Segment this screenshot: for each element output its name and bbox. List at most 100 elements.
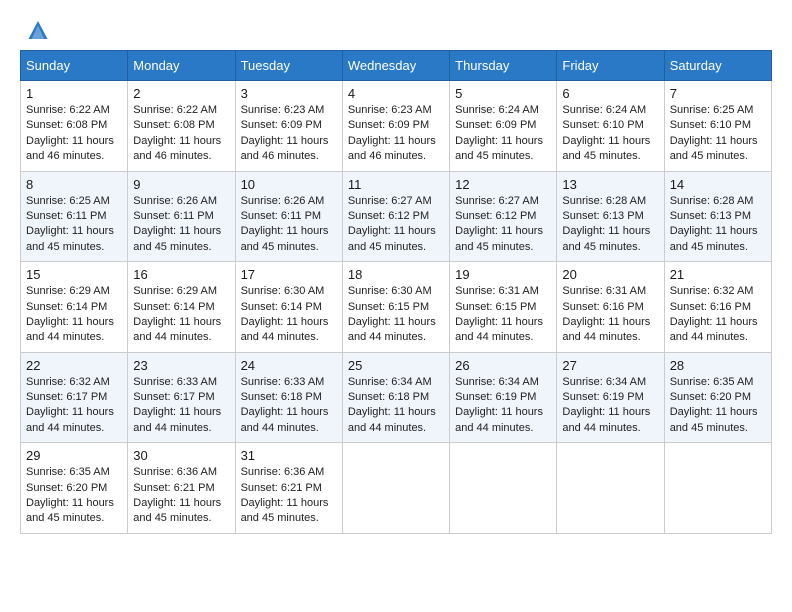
day-number: 18: [348, 267, 444, 282]
day-info: Sunrise: 6:34 AMSunset: 6:19 PMDaylight:…: [562, 376, 650, 434]
calendar-cell: 4Sunrise: 6:23 AMSunset: 6:09 PMDaylight…: [342, 81, 449, 172]
day-number: 14: [670, 177, 766, 192]
calendar-cell: 24 Sunrise: 6:33 AMSunset: 6:18 PMDayligh…: [235, 352, 342, 443]
day-info: Sunrise: 6:23 AMSunset: 6:09 PMDaylight:…: [241, 104, 329, 162]
day-number: 29: [26, 448, 122, 463]
header-monday: Monday: [128, 51, 235, 81]
day-info: Sunrise: 6:26 AMSunset: 6:11 PMDaylight:…: [133, 195, 221, 253]
day-info: Sunrise: 6:28 AMSunset: 6:13 PMDaylight:…: [670, 195, 758, 253]
day-info: Sunrise: 6:32 AMSunset: 6:17 PMDaylight:…: [26, 376, 114, 434]
day-info: Sunrise: 6:32 AMSunset: 6:16 PMDaylight:…: [670, 285, 758, 343]
calendar-cell: 17Sunrise: 6:30 AMSunset: 6:14 PMDayligh…: [235, 262, 342, 353]
day-number: 13: [562, 177, 658, 192]
day-info: Sunrise: 6:28 AMSunset: 6:13 PMDaylight:…: [562, 195, 650, 253]
day-number: 6: [562, 86, 658, 101]
calendar-cell: [342, 443, 449, 534]
header-tuesday: Tuesday: [235, 51, 342, 81]
day-info: Sunrise: 6:27 AMSunset: 6:12 PMDaylight:…: [348, 195, 436, 253]
calendar-cell: 21 Sunrise: 6:32 AMSunset: 6:16 PMDayligh…: [664, 262, 771, 353]
day-number: 20: [562, 267, 658, 282]
day-info: Sunrise: 6:31 AMSunset: 6:15 PMDaylight:…: [455, 285, 543, 343]
calendar-cell: 13 Sunrise: 6:28 AMSunset: 6:13 PMDayligh…: [557, 171, 664, 262]
calendar-cell: 14 Sunrise: 6:28 AMSunset: 6:13 PMDayligh…: [664, 171, 771, 262]
day-number: 26: [455, 358, 551, 373]
day-number: 19: [455, 267, 551, 282]
day-number: 28: [670, 358, 766, 373]
header-saturday: Saturday: [664, 51, 771, 81]
calendar-cell: 16 Sunrise: 6:29 AMSunset: 6:14 PMDayligh…: [128, 262, 235, 353]
day-number: 12: [455, 177, 551, 192]
day-info: Sunrise: 6:36 AMSunset: 6:21 PMDaylight:…: [133, 466, 221, 524]
calendar-cell: 1 Sunrise: 6:22 AMSunset: 6:08 PMDaylight…: [21, 81, 128, 172]
calendar-cell: [450, 443, 557, 534]
calendar-cell: 22 Sunrise: 6:32 AMSunset: 6:17 PMDayligh…: [21, 352, 128, 443]
day-info: Sunrise: 6:27 AMSunset: 6:12 PMDaylight:…: [455, 195, 543, 253]
day-info: Sunrise: 6:33 AMSunset: 6:18 PMDaylight:…: [241, 376, 329, 434]
calendar-cell: [664, 443, 771, 534]
day-number: 30: [133, 448, 229, 463]
day-number: 9: [133, 177, 229, 192]
day-number: 22: [26, 358, 122, 373]
day-info: Sunrise: 6:22 AMSunset: 6:08 PMDaylight:…: [26, 104, 114, 162]
day-number: 1: [26, 86, 122, 101]
calendar-cell: 18 Sunrise: 6:30 AMSunset: 6:15 PMDayligh…: [342, 262, 449, 353]
calendar-cell: 7 Sunrise: 6:25 AMSunset: 6:10 PMDaylight…: [664, 81, 771, 172]
day-info: Sunrise: 6:23 AMSunset: 6:09 PMDaylight:…: [348, 104, 436, 162]
calendar-cell: 2 Sunrise: 6:22 AMSunset: 6:08 PMDaylight…: [128, 81, 235, 172]
day-info: Sunrise: 6:25 AMSunset: 6:11 PMDaylight:…: [26, 195, 114, 253]
day-number: 15: [26, 267, 122, 282]
calendar-cell: 20 Sunrise: 6:31 AMSunset: 6:16 PMDayligh…: [557, 262, 664, 353]
day-number: 27: [562, 358, 658, 373]
day-number: 24: [241, 358, 337, 373]
calendar-week-2: 8Sunrise: 6:25 AMSunset: 6:11 PMDaylight…: [21, 171, 772, 262]
day-info: Sunrise: 6:36 AMSunset: 6:21 PMDaylight:…: [241, 466, 329, 524]
day-number: 23: [133, 358, 229, 373]
day-info: Sunrise: 6:29 AMSunset: 6:14 PMDaylight:…: [26, 285, 114, 343]
calendar-cell: 31 Sunrise: 6:36 AMSunset: 6:21 PMDayligh…: [235, 443, 342, 534]
logo-icon: [20, 20, 56, 40]
header-friday: Friday: [557, 51, 664, 81]
day-number: 21: [670, 267, 766, 282]
day-info: Sunrise: 6:31 AMSunset: 6:16 PMDaylight:…: [562, 285, 650, 343]
day-info: Sunrise: 6:34 AMSunset: 6:18 PMDaylight:…: [348, 376, 436, 434]
day-info: Sunrise: 6:22 AMSunset: 6:08 PMDaylight:…: [133, 104, 221, 162]
calendar-cell: 12 Sunrise: 6:27 AMSunset: 6:12 PMDayligh…: [450, 171, 557, 262]
day-number: 7: [670, 86, 766, 101]
day-info: Sunrise: 6:35 AMSunset: 6:20 PMDaylight:…: [670, 376, 758, 434]
calendar-cell: 19 Sunrise: 6:31 AMSunset: 6:15 PMDayligh…: [450, 262, 557, 353]
day-info: Sunrise: 6:29 AMSunset: 6:14 PMDaylight:…: [133, 285, 221, 343]
day-number: 17: [241, 267, 337, 282]
calendar-cell: [557, 443, 664, 534]
day-info: Sunrise: 6:34 AMSunset: 6:19 PMDaylight:…: [455, 376, 543, 434]
calendar-week-1: 1 Sunrise: 6:22 AMSunset: 6:08 PMDaylight…: [21, 81, 772, 172]
page-header: [20, 20, 772, 40]
calendar-table: SundayMondayTuesdayWednesdayThursdayFrid…: [20, 50, 772, 534]
header-sunday: Sunday: [21, 51, 128, 81]
calendar-cell: 8Sunrise: 6:25 AMSunset: 6:11 PMDaylight…: [21, 171, 128, 262]
day-number: 10: [241, 177, 337, 192]
calendar-cell: 30 Sunrise: 6:36 AMSunset: 6:21 PMDayligh…: [128, 443, 235, 534]
day-info: Sunrise: 6:25 AMSunset: 6:10 PMDaylight:…: [670, 104, 758, 162]
calendar-cell: 28 Sunrise: 6:35 AMSunset: 6:20 PMDayligh…: [664, 352, 771, 443]
day-number: 31: [241, 448, 337, 463]
day-info: Sunrise: 6:35 AMSunset: 6:20 PMDaylight:…: [26, 466, 114, 524]
calendar-cell: 11Sunrise: 6:27 AMSunset: 6:12 PMDayligh…: [342, 171, 449, 262]
calendar-week-5: 29 Sunrise: 6:35 AMSunset: 6:20 PMDayligh…: [21, 443, 772, 534]
calendar-cell: 23Sunrise: 6:33 AMSunset: 6:17 PMDayligh…: [128, 352, 235, 443]
calendar-cell: 6 Sunrise: 6:24 AMSunset: 6:10 PMDaylight…: [557, 81, 664, 172]
calendar-cell: 3Sunrise: 6:23 AMSunset: 6:09 PMDaylight…: [235, 81, 342, 172]
day-info: Sunrise: 6:24 AMSunset: 6:09 PMDaylight:…: [455, 104, 543, 162]
day-number: 16: [133, 267, 229, 282]
calendar-cell: 29 Sunrise: 6:35 AMSunset: 6:20 PMDayligh…: [21, 443, 128, 534]
header-wednesday: Wednesday: [342, 51, 449, 81]
day-info: Sunrise: 6:30 AMSunset: 6:15 PMDaylight:…: [348, 285, 436, 343]
calendar-cell: 15 Sunrise: 6:29 AMSunset: 6:14 PMDayligh…: [21, 262, 128, 353]
calendar-cell: 25Sunrise: 6:34 AMSunset: 6:18 PMDayligh…: [342, 352, 449, 443]
day-number: 2: [133, 86, 229, 101]
calendar-cell: 27 Sunrise: 6:34 AMSunset: 6:19 PMDayligh…: [557, 352, 664, 443]
logo: [20, 20, 60, 40]
header-thursday: Thursday: [450, 51, 557, 81]
day-info: Sunrise: 6:24 AMSunset: 6:10 PMDaylight:…: [562, 104, 650, 162]
calendar-cell: 9 Sunrise: 6:26 AMSunset: 6:11 PMDaylight…: [128, 171, 235, 262]
calendar-cell: 26 Sunrise: 6:34 AMSunset: 6:19 PMDayligh…: [450, 352, 557, 443]
